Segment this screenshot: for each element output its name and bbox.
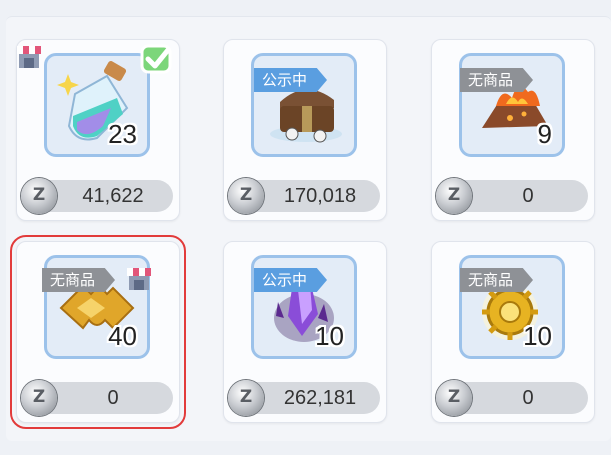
item-price: 170,018 xyxy=(283,185,357,207)
zeny-coin-icon xyxy=(436,178,472,214)
shop-stall-icon xyxy=(17,46,41,68)
shop-stall-icon xyxy=(127,268,151,290)
item-card-ore[interactable]: 9 无商品 0 xyxy=(431,39,595,221)
item-count: 10 xyxy=(523,321,552,351)
item-price: 0 xyxy=(522,185,534,207)
item-price: 41,622 xyxy=(82,185,144,207)
item-count: 40 xyxy=(108,321,137,351)
status-tag-no-goods: 无商品 xyxy=(42,268,116,292)
item-card-potion[interactable]: 23 41,622 xyxy=(16,39,180,221)
item-card-gear[interactable]: 10 无商品 0 xyxy=(431,241,595,423)
status-tag-announcing: 公示中 xyxy=(254,268,328,292)
price-bar: 0 xyxy=(436,178,588,214)
status-tag-announcing: 公示中 xyxy=(254,68,328,92)
checkmark-icon xyxy=(140,44,172,74)
item-card-crystal[interactable]: 10 公示中 262,181 xyxy=(223,241,387,423)
price-bar: 262,181 xyxy=(228,380,380,416)
item-count: 23 xyxy=(108,119,137,149)
item-card-chest[interactable]: 公示中 170,018 xyxy=(223,39,387,221)
price-bar: 170,018 xyxy=(228,178,380,214)
zeny-coin-icon xyxy=(436,380,472,416)
item-grid-panel: 23 41,622 公 xyxy=(6,16,611,441)
zeny-coin-icon xyxy=(21,178,57,214)
zeny-coin-icon xyxy=(228,380,264,416)
item-count: 9 xyxy=(537,119,552,149)
item-count: 10 xyxy=(315,321,344,351)
zeny-coin-icon xyxy=(228,178,264,214)
item-price: 0 xyxy=(522,387,534,409)
price-bar: 41,622 xyxy=(21,178,173,214)
item-card-puzzle[interactable]: 40 无商品 0 xyxy=(10,235,186,429)
item-icon-frame: 23 xyxy=(44,53,150,157)
price-bar: 0 xyxy=(436,380,588,416)
status-tag-no-goods: 无商品 xyxy=(460,268,534,292)
status-tag-no-goods: 无商品 xyxy=(460,68,534,92)
zeny-coin-icon xyxy=(21,380,57,416)
item-price: 0 xyxy=(107,387,119,409)
item-price: 262,181 xyxy=(283,387,357,409)
price-bar: 0 xyxy=(21,380,173,416)
